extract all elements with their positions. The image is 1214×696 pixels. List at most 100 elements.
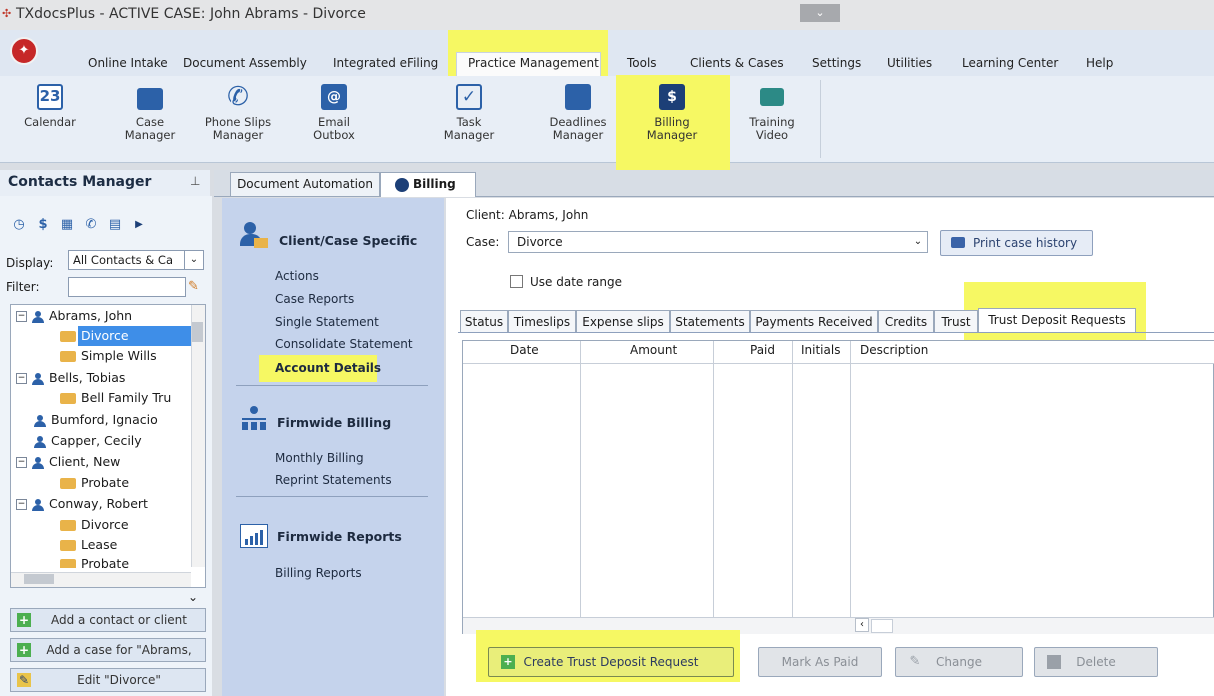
chevron-down-icon[interactable]: ⌄	[184, 251, 203, 269]
collapse-icon[interactable]: −	[16, 373, 27, 384]
button-label: Print case history	[973, 236, 1078, 250]
collapse-icon[interactable]: −	[16, 457, 27, 468]
nav-consolidate-statement[interactable]: Consolidate Statement	[275, 337, 413, 351]
tab-timeslips[interactable]: Timeslips	[508, 310, 576, 332]
button-label: Create Trust Deposit Request	[523, 655, 699, 669]
ribbon-email-outbox-button[interactable]: @ Email Outbox	[302, 80, 366, 156]
tree-node-person[interactable]: Bumford, Ignacio	[34, 410, 158, 430]
collapse-icon[interactable]: −	[16, 499, 27, 510]
change-button[interactable]: ✎ Change	[895, 647, 1023, 677]
print-case-history-button[interactable]: Print case history	[940, 230, 1093, 256]
use-date-range-checkbox[interactable]	[510, 275, 523, 288]
ribbon-toggle-chevron-icon[interactable]: ⌄	[800, 4, 840, 22]
scroll-left-icon[interactable]: ‹	[855, 618, 869, 632]
ribbon-billing-manager-button[interactable]: $ Billing Manager	[630, 80, 714, 156]
grid-scroll-thumb[interactable]	[871, 619, 893, 633]
printer-icon	[951, 237, 965, 248]
column-date[interactable]: Date	[510, 343, 539, 357]
tab-payments-received[interactable]: Payments Received	[750, 310, 878, 332]
clock-icon[interactable]: ◷	[12, 218, 26, 232]
mark-as-paid-button[interactable]: Mark As Paid	[758, 647, 882, 677]
ribbon-phone-slips-button[interactable]: ✆ Phone Slips Manager	[200, 80, 276, 156]
ribbon-task-manager-button[interactable]: ✓ Task Manager	[434, 80, 504, 156]
menu-online-intake[interactable]: Online Intake	[88, 52, 168, 74]
tab-expense-slips[interactable]: Expense slips	[576, 310, 670, 332]
tree-node-label: Lease	[81, 537, 118, 552]
tree-node-person[interactable]: − Bells, Tobias	[16, 368, 125, 388]
menu-practice-management[interactable]: Practice Management	[468, 52, 599, 74]
app-small-logo-icon: ✣	[2, 7, 12, 20]
tab-status[interactable]: Status	[460, 310, 508, 332]
menu-integrated-efiling[interactable]: Integrated eFiling	[333, 52, 438, 74]
column-description[interactable]: Description	[860, 343, 928, 357]
column-amount[interactable]: Amount	[630, 343, 677, 357]
add-contact-button[interactable]: + Add a contact or client	[10, 608, 206, 632]
menu-document-assembly[interactable]: Document Assembly	[183, 52, 307, 74]
tree-node-person[interactable]: − Conway, Robert	[16, 494, 148, 514]
menu-utilities[interactable]: Utilities	[887, 52, 932, 74]
delete-button[interactable]: Delete	[1034, 647, 1158, 677]
tree-node-label: Probate	[81, 475, 130, 490]
menu-tools[interactable]: Tools	[627, 52, 657, 74]
task-icon: ✓	[456, 84, 482, 110]
nav-monthly-billing[interactable]: Monthly Billing	[275, 451, 364, 465]
tree-vertical-scrollbar[interactable]	[191, 305, 205, 567]
create-trust-deposit-request-button[interactable]: + Create Trust Deposit Request	[488, 647, 734, 677]
nav-actions[interactable]: Actions	[275, 269, 319, 283]
filter-input[interactable]	[68, 277, 186, 297]
tree-node-case[interactable]: Lease	[60, 535, 117, 555]
document-icon[interactable]: ▤	[108, 218, 122, 232]
nav-reprint-statements[interactable]: Reprint Statements	[275, 473, 392, 487]
chevron-down-icon[interactable]: ⌄	[910, 232, 926, 252]
dollar-icon[interactable]: $	[36, 218, 50, 232]
menu-learning-center[interactable]: Learning Center	[962, 52, 1058, 74]
tree-node-case[interactable]: Probate	[60, 554, 129, 568]
nav-account-details[interactable]: Account Details	[275, 361, 381, 375]
tree-node-case[interactable]: Bell Family Tru	[60, 388, 190, 408]
person-icon	[34, 435, 46, 448]
ribbon-calendar-button[interactable]: 23 Calendar	[18, 80, 82, 156]
client-case-icon	[240, 222, 268, 248]
briefcase-small-icon	[60, 559, 76, 568]
tree-node-person[interactable]: Capper, Cecily	[34, 431, 142, 451]
nav-single-statement[interactable]: Single Statement	[275, 315, 379, 329]
column-paid[interactable]: Paid	[750, 343, 775, 357]
nav-billing-reports[interactable]: Billing Reports	[275, 566, 362, 580]
more-arrow-icon[interactable]: ▶	[132, 218, 146, 232]
nav-separator	[236, 496, 428, 497]
collapse-icon[interactable]: −	[16, 311, 27, 322]
calendar-small-icon[interactable]: ▦	[60, 218, 74, 232]
case-select[interactable]: Divorce	[508, 231, 928, 253]
nav-case-reports[interactable]: Case Reports	[275, 292, 354, 306]
clear-filter-icon[interactable]: ✎	[188, 279, 202, 294]
edit-case-button[interactable]: ✎ Edit "Divorce"	[10, 668, 206, 692]
ribbon-training-video-button[interactable]: Training Video	[740, 80, 804, 156]
tree-node-case[interactable]: Divorce	[60, 326, 129, 346]
app-logo-icon[interactable]: ✦	[10, 37, 38, 65]
tree-node-case[interactable]: Simple Wills	[60, 346, 157, 366]
tab-billing[interactable]: Billing ×	[380, 172, 476, 213]
briefcase-small-icon	[60, 331, 76, 342]
chevron-down-icon[interactable]: ⌄	[188, 590, 198, 604]
ribbon-deadlines-manager-button[interactable]: Deadlines Manager	[538, 80, 618, 156]
tree-node-case[interactable]: Probate	[60, 473, 129, 493]
phone-small-icon[interactable]: ✆	[84, 218, 98, 232]
ribbon-case-manager-button[interactable]: Case Manager	[118, 80, 182, 156]
add-case-button[interactable]: + Add a case for "Abrams,	[10, 638, 206, 662]
tree-node-person[interactable]: − Client, New	[16, 452, 120, 472]
tab-document-automation[interactable]: Document Automation	[230, 172, 380, 196]
tab-trust[interactable]: Trust	[934, 310, 978, 332]
tab-statements[interactable]: Statements	[670, 310, 750, 332]
menu-settings[interactable]: Settings	[812, 52, 861, 74]
tree-scroll-thumb[interactable]	[192, 322, 203, 342]
tree-node-case[interactable]: Divorce	[60, 515, 129, 535]
pin-icon[interactable]: ⊥	[190, 174, 200, 188]
column-initials[interactable]: Initials	[801, 343, 840, 357]
tree-hscroll-thumb[interactable]	[24, 574, 54, 584]
tab-trust-deposit-requests[interactable]: Trust Deposit Requests	[978, 308, 1136, 332]
tab-credits[interactable]: Credits	[878, 310, 934, 332]
menu-help[interactable]: Help	[1086, 52, 1113, 74]
menu-clients-cases[interactable]: Clients & Cases	[690, 52, 784, 74]
tree-node-person[interactable]: − Abrams, John	[16, 306, 132, 326]
tree-node-label: Bell Family Tru	[81, 390, 172, 405]
